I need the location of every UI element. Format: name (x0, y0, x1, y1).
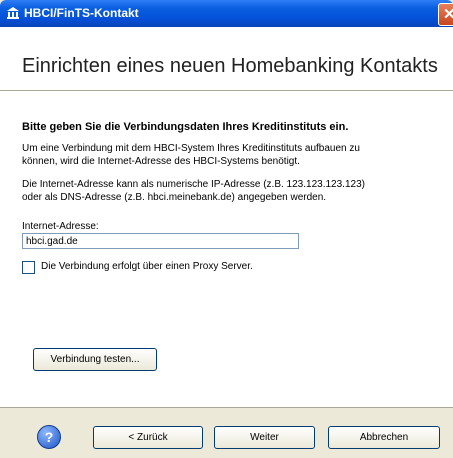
test-connection-button[interactable]: Verbindung testen... (33, 348, 157, 371)
wizard-header: Einrichten eines neuen Homebanking Konta… (0, 27, 453, 91)
address-label: Internet-Adresse: (22, 221, 99, 232)
description-paragraph-2: Die Internet-Adresse kann als numerische… (22, 178, 365, 204)
description-line: können, wird die Internet-Adresse des HB… (22, 156, 300, 167)
proxy-label: Die Verbindung erfolgt über einen Proxy … (41, 261, 253, 272)
help-icon[interactable]: ? (37, 425, 61, 449)
wizard-footer: ? < Zurück Weiter Abbrechen (0, 407, 453, 458)
title-bar[interactable]: HBCI/FinTS-Kontakt ✕ (0, 0, 453, 27)
address-input[interactable] (22, 233, 299, 249)
wizard-body: Bitte geben Sie die Verbindungsdaten Ihr… (0, 91, 453, 407)
window-title: HBCI/FinTS-Kontakt (24, 6, 139, 20)
next-button[interactable]: Weiter (214, 426, 315, 449)
back-button[interactable]: < Zurück (93, 426, 203, 449)
close-icon: ✕ (443, 6, 453, 23)
description-paragraph-1: Um eine Verbindung mit dem HBCI-System I… (22, 142, 360, 168)
description-line: Um eine Verbindung mit dem HBCI-System I… (22, 143, 360, 154)
proxy-checkbox[interactable] (22, 261, 35, 274)
description-line: Die Internet-Adresse kann als numerische… (22, 179, 365, 190)
dialog-window: HBCI/FinTS-Kontakt ✕ Einrichten eines ne… (0, 0, 453, 458)
cancel-button[interactable]: Abbrechen (328, 426, 440, 449)
close-button[interactable]: ✕ (438, 3, 453, 26)
bank-icon (7, 7, 19, 19)
instruction-heading: Bitte geben Sie die Verbindungsdaten Ihr… (22, 121, 349, 133)
page-title: Einrichten eines neuen Homebanking Konta… (22, 55, 438, 77)
description-line: oder als DNS-Adresse (z.B. hbci.meineban… (22, 192, 327, 203)
